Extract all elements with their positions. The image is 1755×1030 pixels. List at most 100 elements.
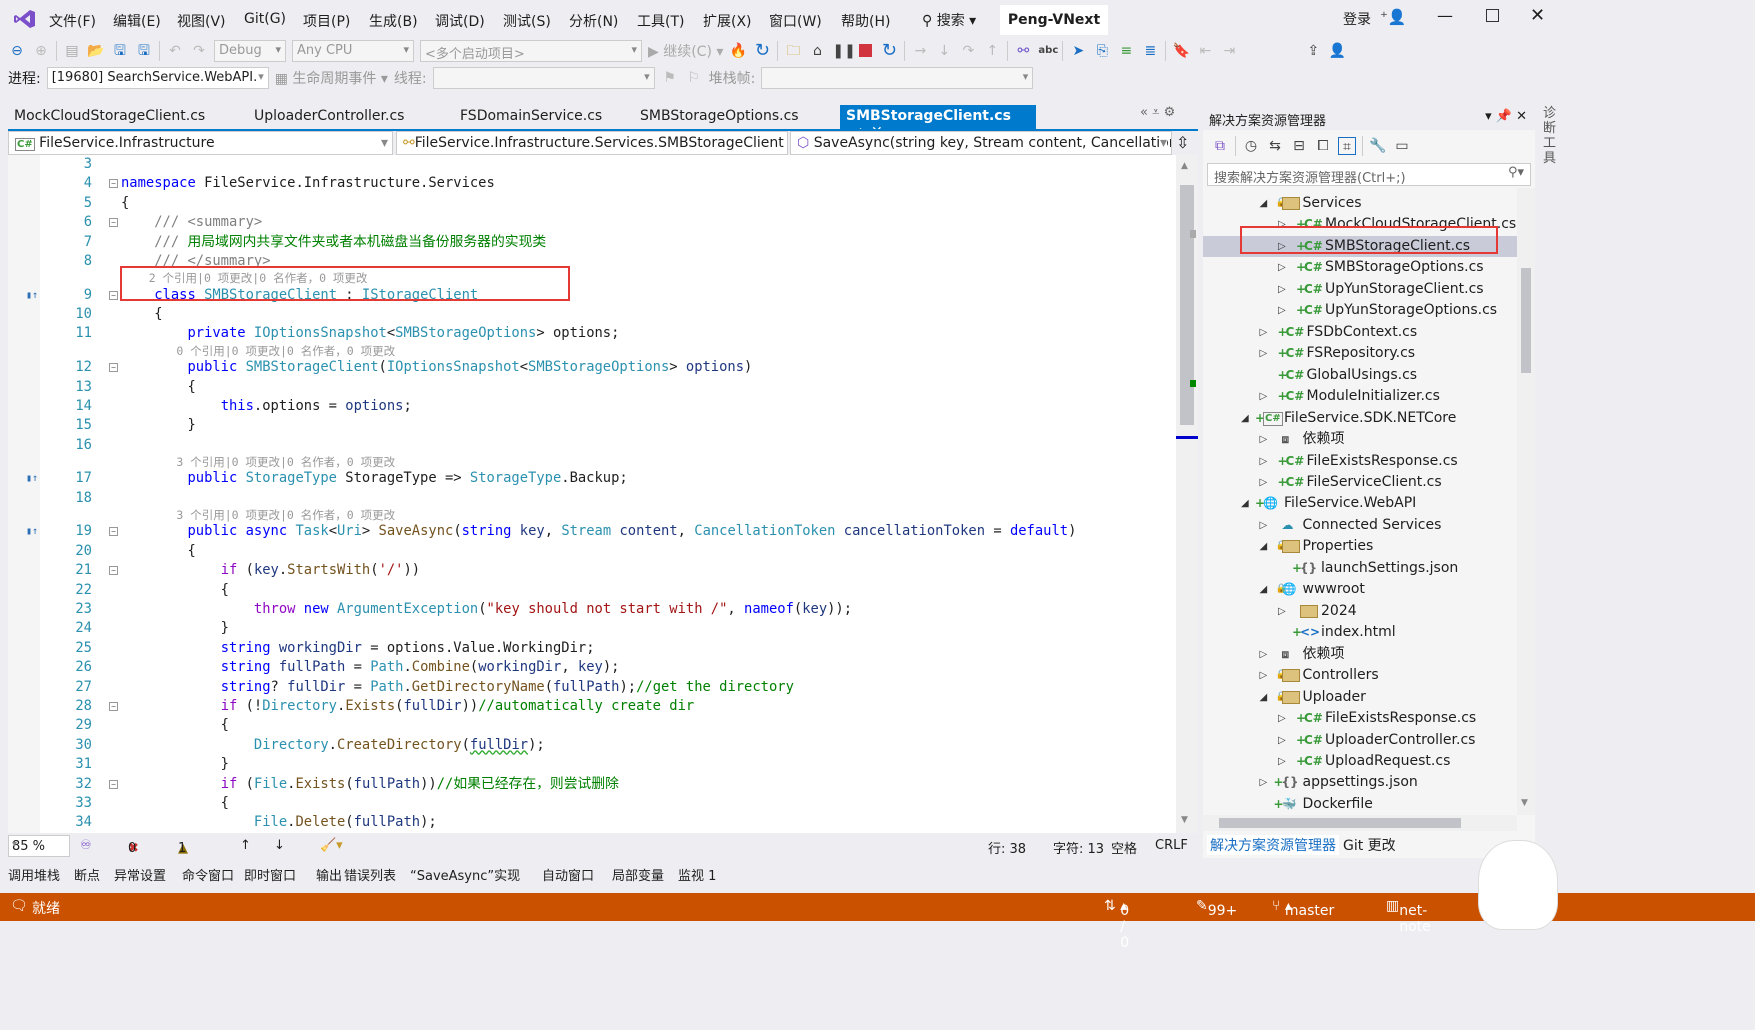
close-window-button[interactable]: ✕ <box>1530 5 1545 26</box>
tree-item[interactable]: ▷ + C# FileExistsResponse.cs <box>1203 708 1517 729</box>
tree-item[interactable]: ▷ + C# SMBStorageOptions.cs <box>1203 257 1517 278</box>
collapsed-arrow-icon[interactable]: ▷ <box>1260 772 1268 793</box>
search-icon[interactable]: ⚲▾ <box>1508 165 1524 180</box>
solution-search-input[interactable]: 搜索解决方案资源管理器(Ctrl+;) ⚲▾ <box>1207 163 1531 186</box>
collapsed-arrow-icon[interactable]: ▷ <box>1278 601 1286 622</box>
tool-window-tab[interactable]: 调用堆栈 <box>8 865 60 884</box>
repository-button[interactable]: ▥ net-note <box>1386 898 1431 935</box>
whitespace-mode[interactable]: 空格 <box>1111 838 1137 857</box>
collapsed-arrow-icon[interactable]: ▷ <box>1260 515 1268 536</box>
tool-window-tab[interactable]: 异常设置 <box>114 865 166 884</box>
tree-item[interactable]: ▷ + C# FileExistsResponse.cs <box>1203 451 1517 472</box>
menu-item[interactable]: 帮助(H) <box>841 11 890 31</box>
expanded-arrow-icon[interactable]: ◢ <box>1260 579 1268 600</box>
save-icon[interactable]: 🖫 <box>111 42 129 60</box>
pause-icon[interactable]: ❚❚ <box>832 42 855 60</box>
code-cleanup-icon[interactable]: 🧹▾ <box>320 838 343 853</box>
menu-item[interactable]: 扩展(X) <box>703 11 752 31</box>
save-all-icon[interactable]: 🖫 <box>135 42 153 60</box>
collapsed-arrow-icon[interactable]: ▷ <box>1278 708 1286 729</box>
copilot-icon[interactable]: ♾ <box>80 838 92 853</box>
menu-item[interactable]: 编辑(E) <box>113 11 161 31</box>
member-dropdown[interactable]: ⬡ SaveAsync(string key, Stream content, … <box>790 131 1172 155</box>
spell-check-icon[interactable]: abc <box>1038 42 1058 60</box>
collapse-region-icon[interactable]: − <box>109 179 118 189</box>
tree-item[interactable]: ▷ ☁ Connected Services <box>1203 515 1517 536</box>
share-icon[interactable]: ⇪ <box>1304 42 1322 60</box>
sync-button[interactable]: ⇅ 0 / 0 ▴ <box>1104 898 1129 951</box>
menu-item[interactable]: 窗口(W) <box>769 11 822 31</box>
bookmark-icon[interactable]: 🔖 <box>1172 42 1190 60</box>
tree-item[interactable]: ▷ + C# FileServiceClient.cs <box>1203 472 1517 493</box>
minimize-button[interactable]: — <box>1437 6 1453 25</box>
notification-icon[interactable]: 🗨 <box>10 898 28 914</box>
tree-item[interactable]: ◢ + C# FileService.SDK.NETCore <box>1203 408 1517 429</box>
collapse-region-icon[interactable]: − <box>109 290 118 300</box>
inheritance-marker-icon[interactable]: ▮↑ <box>26 469 38 488</box>
configuration-select[interactable]: Debug <box>214 40 286 62</box>
collapsed-arrow-icon[interactable]: ▷ <box>1260 472 1268 493</box>
tree-item[interactable]: + 🐳 Dockerfile <box>1203 794 1517 815</box>
undo-icon[interactable]: ↶ <box>166 42 184 60</box>
step-over-icon[interactable]: ↷ <box>959 42 977 60</box>
collapsed-arrow-icon[interactable]: ▷ <box>1278 279 1286 300</box>
preview-icon[interactable]: ▭ <box>1393 137 1411 155</box>
tree-item[interactable]: ◢🔒Properties <box>1203 536 1517 557</box>
changes-button[interactable]: ✎ 99+ <box>1196 898 1237 919</box>
live-share-icon[interactable]: 👤 <box>1328 42 1346 60</box>
comment-icon[interactable]: ≡ <box>1117 42 1135 60</box>
stop-icon[interactable] <box>856 42 874 60</box>
restart-icon[interactable]: ↻ <box>753 42 771 60</box>
tree-item[interactable]: ▷ +{} appsettings.json <box>1203 772 1517 793</box>
login-button[interactable]: 登录 <box>1343 9 1371 29</box>
tree-item[interactable]: + C# GlobalUsings.cs <box>1203 365 1517 386</box>
pending-changes-filter-icon[interactable]: ◷ <box>1242 137 1260 155</box>
collapsed-arrow-icon[interactable]: ▷ <box>1260 322 1268 343</box>
collapse-all-icon[interactable]: ⊟ <box>1290 137 1308 155</box>
collapsed-arrow-icon[interactable]: ▷ <box>1278 300 1286 321</box>
codelens-text[interactable]: 3 个引用|0 项更改|0 名作者，0 项更改 <box>121 508 395 522</box>
pin-icon[interactable]: 📌 <box>1496 109 1512 124</box>
tool-window-tab[interactable]: 错误列表 <box>344 865 396 884</box>
collapsed-arrow-icon[interactable]: ▷ <box>1260 644 1268 665</box>
tree-horizontal-scrollbar[interactable] <box>1203 815 1517 831</box>
tree-item[interactable]: ▷ + C# UpYunStorageOptions.cs <box>1203 300 1517 321</box>
menu-item[interactable]: 调试(D) <box>435 11 485 31</box>
tab-smbstorageclient[interactable]: SMBStorageClient.cs ⊣ ✕ <box>840 105 1036 140</box>
properties-icon[interactable]: 🔧 <box>1369 137 1387 155</box>
menu-item[interactable]: 分析(N) <box>569 11 618 31</box>
tab-uploadercontroller[interactable]: UploaderController.cs <box>248 105 410 129</box>
switch-views-icon[interactable]: ⧉ <box>1211 137 1229 155</box>
dropdown-icon[interactable]: ▾ <box>1485 109 1492 124</box>
open-file-icon[interactable]: 📂 <box>87 42 105 60</box>
tree-item[interactable]: ◢🔒Services <box>1203 193 1517 214</box>
show-all-files-icon[interactable]: ⧠ <box>1314 137 1332 155</box>
tree-item[interactable]: ▷ 2024 <box>1203 601 1517 622</box>
scroll-tabs-icon[interactable]: « <box>1140 105 1148 120</box>
new-project-icon[interactable]: ▤ <box>63 42 81 60</box>
lifecycle-events-button[interactable]: ▦ 生命周期事件 ▾ <box>275 68 388 88</box>
tab-git-changes[interactable]: Git 更改 <box>1343 835 1396 855</box>
expanded-arrow-icon[interactable]: ◢ <box>1241 493 1249 514</box>
tree-item[interactable]: ▷ + C# FSRepository.cs <box>1203 343 1517 364</box>
tree-item[interactable]: ◢ 🔒 🌐 wwwroot <box>1203 579 1517 600</box>
hot-reload-icon[interactable]: 🔥 <box>729 42 747 60</box>
tree-item[interactable]: + <> index.html <box>1203 622 1517 643</box>
menu-item[interactable]: 视图(V) <box>177 11 226 31</box>
tree-item[interactable]: ▷ + C# UploaderController.cs <box>1203 730 1517 751</box>
tool-window-tab[interactable]: 输出 <box>316 865 342 884</box>
inheritance-marker-icon[interactable]: ▮↑ <box>26 286 38 305</box>
stack-frame-select[interactable] <box>761 67 1034 89</box>
thread-select[interactable] <box>432 67 655 89</box>
menu-item[interactable]: Git(G) <box>244 11 286 27</box>
back-icon[interactable]: ⊖ <box>8 42 26 60</box>
next-bookmark-icon[interactable]: ⇥ <box>1220 42 1238 60</box>
expanded-arrow-icon[interactable]: ◢ <box>1260 687 1268 708</box>
tool-window-tab[interactable]: 局部变量 <box>612 865 664 884</box>
tool-window-tab[interactable]: 断点 <box>74 865 100 884</box>
codelens-text[interactable]: 0 个引用|0 项更改|0 名作者，0 项更改 <box>121 344 395 358</box>
inheritance-marker-icon[interactable]: ▮↑ <box>26 522 38 541</box>
tool-window-tab[interactable]: 自动窗口 <box>542 865 594 884</box>
line-ending[interactable]: CRLF <box>1155 838 1188 853</box>
branch-button[interactable]: ⑂ master ▴ <box>1272 898 1334 919</box>
